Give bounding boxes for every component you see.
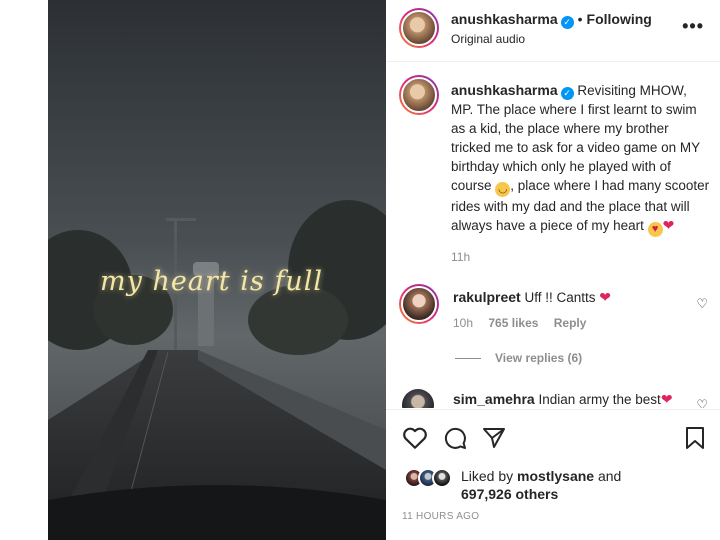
comment-icon[interactable] [442,426,468,450]
comment-meta: 10h 765 likes Reply [453,316,598,330]
verified-icon: ✓ [560,16,574,29]
left-gutter [0,0,48,540]
more-horizontal-icon[interactable]: ••• [682,16,704,37]
heart-emoji-icon: ❤ [662,217,675,233]
comment-text-line: rakulpreet Uff !! Cantts ❤ [453,289,611,306]
replies-divider [455,358,481,360]
author-avatar[interactable] [399,8,439,48]
comment-like-heart-icon[interactable]: ♡ [696,296,708,312]
caption-text: anushkasharma ✓ Revisiting MHOW, MP. The … [451,81,711,237]
liked-by-prefix: Liked by [461,468,514,484]
post-side-panel: anushkasharma ✓ • Following Original audio … [386,0,720,540]
heart-emoji-icon: ❤ [660,391,673,407]
caption-body-1: Revisiting MHOW, MP. The place where I f… [451,83,700,193]
post-actions: Liked by mostlysane and 697,926 others 1… [386,409,720,540]
post-media[interactable]: my heart is full [48,0,386,540]
liked-by-others[interactable]: 697,926 others [461,486,558,502]
following-button[interactable]: Following [587,11,652,27]
comments-section[interactable]: anushkasharma ✓ Revisiting MHOW, MP. The … [386,63,720,408]
instagram-post-page: my heart is full anushkasharma ✓ • Followin… [0,0,720,540]
bookmark-icon[interactable] [684,426,706,450]
caption-time[interactable]: 11h [451,250,470,264]
liked-by-text: Liked by mostlysane and 697,926 others [461,467,621,503]
heart-emoji-icon: ❤ [599,289,611,305]
liker-avatar[interactable] [432,468,452,488]
header-title-line: anushkasharma ✓ • Following [451,11,652,29]
commenter-avatar[interactable] [399,284,439,324]
reply-button[interactable]: Reply [554,316,587,330]
author-username[interactable]: anushkasharma [451,11,558,27]
post-time-ago[interactable]: 11 HOURS AGO [402,511,479,522]
liked-by-user[interactable]: mostlysane [517,468,594,484]
post-header: anushkasharma ✓ • Following Original audio … [386,0,720,62]
comment-body: Indian army the best [538,392,661,407]
liker-avatars[interactable] [404,468,460,490]
smirk-emoji-icon: ◡ [495,182,511,197]
verified-icon: ✓ [560,87,574,100]
commenter-username[interactable]: rakulpreet [453,289,521,305]
caption-avatar[interactable] [399,75,439,115]
comment-body: Uff !! Cantts [524,290,596,305]
share-icon[interactable] [482,426,506,450]
media-overlay-text: my heart is full [100,266,323,297]
comment-time[interactable]: 10h [453,316,473,330]
caption-username[interactable]: anushkasharma [451,82,558,98]
commenter-username[interactable]: sim_amehra [453,391,535,407]
liked-by-and: and [597,468,622,484]
comment-like-heart-icon[interactable]: ♡ [696,397,708,408]
view-replies-button[interactable]: View replies (6) [455,351,582,365]
commenter-avatar[interactable] [402,389,434,408]
heart-icon[interactable] [402,426,428,450]
comment-text-line: sim_amehra Indian army the best❤ [453,391,673,408]
heart-eyes-emoji-icon: ♥ [647,222,663,237]
audio-label[interactable]: Original audio [451,32,525,46]
view-replies-label: View replies (6) [495,351,583,365]
comment-likes[interactable]: 765 likes [488,316,538,330]
separator-dot: • [577,11,583,27]
